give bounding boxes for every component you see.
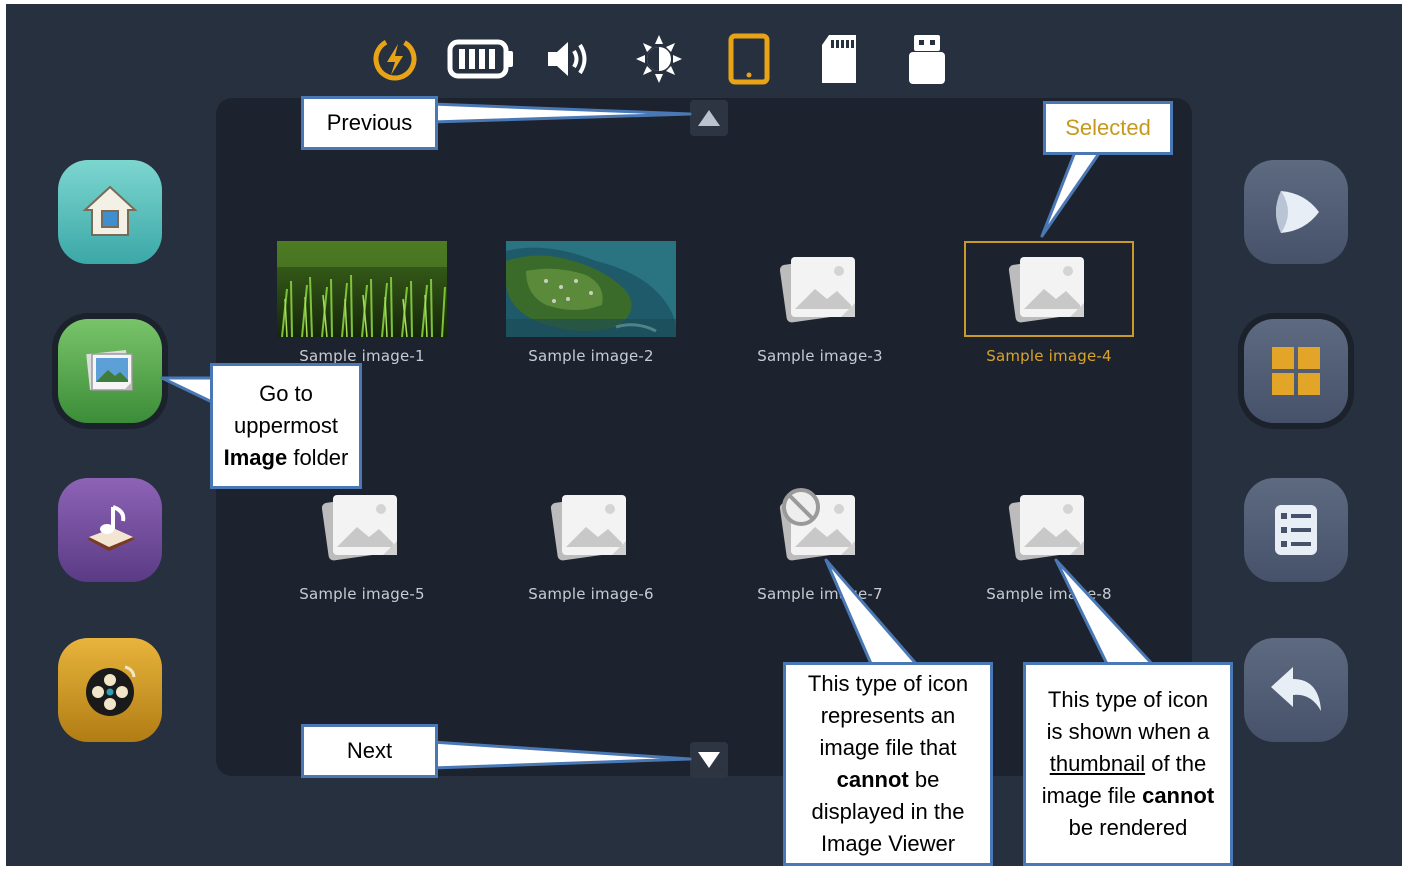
- battery-full-icon: [446, 32, 516, 86]
- callout-next: Next: [301, 724, 438, 778]
- list-view-button[interactable]: [1244, 478, 1348, 582]
- callout-head: image file: [1041, 783, 1143, 808]
- back-arrow-icon: [1271, 667, 1321, 711]
- callout-previous-text: Previous: [326, 110, 413, 135]
- triangle-down-icon: [698, 752, 720, 768]
- callout-line: be rendered: [1068, 815, 1188, 840]
- unsupported-image-icon: [779, 488, 855, 561]
- brightness-icon: [634, 32, 684, 86]
- gallery-item[interactable]: Sample image-7: [735, 479, 905, 619]
- callout-next-text: Next: [346, 738, 393, 763]
- tablet-icon: [724, 32, 774, 86]
- callout-line: is shown when a: [1046, 719, 1210, 744]
- item-label: Sample image-3: [757, 347, 883, 365]
- callout-line: This type of icon: [807, 671, 969, 696]
- gallery-item[interactable]: Sample image-5: [277, 479, 447, 619]
- charging-bolt-icon: [370, 32, 420, 86]
- callout-folder-line: Image folder: [224, 442, 349, 474]
- next-page-button[interactable]: [690, 742, 728, 778]
- slideshow-button[interactable]: [1244, 160, 1348, 264]
- video-button[interactable]: [58, 638, 162, 742]
- callout-image-folder: Go to uppermost Image folder: [210, 363, 362, 489]
- gallery-item-selected[interactable]: Sample image-4: [964, 241, 1134, 381]
- callout-line: image file cannot: [1042, 780, 1214, 812]
- callout-tail: be: [908, 767, 940, 792]
- image-stack-icon: [86, 350, 133, 391]
- image-placeholder-icon: [779, 257, 855, 323]
- item-label: Sample image-5: [299, 585, 425, 603]
- sd-card-icon: [814, 32, 864, 86]
- callout-line: This type of icon: [1047, 687, 1209, 712]
- callout-line: cannot be: [837, 764, 940, 796]
- callout-line: displayed in the: [811, 799, 965, 824]
- grid-view-icon: [1272, 347, 1320, 395]
- callout-line: image file that: [819, 735, 957, 760]
- item-label: Sample image-6: [528, 585, 654, 603]
- triangle-up-icon: [698, 110, 720, 126]
- callout-selected: Selected: [1043, 101, 1173, 155]
- grid-view-button[interactable]: [1244, 319, 1348, 423]
- item-label: Sample image-2: [528, 347, 654, 365]
- callout-underline: thumbnail: [1049, 751, 1146, 776]
- back-button[interactable]: [1244, 638, 1348, 742]
- gallery-item[interactable]: Sample image-1: [277, 241, 447, 381]
- callout-cannot-display: This type of icon represents an image fi…: [783, 662, 993, 866]
- image-placeholder-icon: [1008, 257, 1084, 323]
- music-book-icon: [87, 505, 135, 551]
- item-label: Sample image-8: [986, 585, 1112, 603]
- gallery-item[interactable]: Sample image-8: [964, 479, 1134, 619]
- home-icon: [82, 185, 138, 236]
- callout-folder-line: uppermost: [234, 413, 338, 438]
- callout-folder-line: Go to: [259, 381, 313, 406]
- gallery-item[interactable]: Sample image-3: [735, 241, 905, 381]
- callout-line: Image Viewer: [820, 831, 956, 856]
- gallery-item[interactable]: Sample image-2: [506, 241, 676, 381]
- callout-previous: Previous: [301, 96, 438, 150]
- callout-line: represents an: [820, 703, 956, 728]
- image-folder-button[interactable]: [58, 319, 162, 423]
- music-button[interactable]: [58, 478, 162, 582]
- callout-line: thumbnail of the: [1050, 748, 1207, 780]
- previous-page-button[interactable]: [690, 100, 728, 136]
- callout-no-thumbnail: This type of icon is shown when a thumbn…: [1023, 662, 1233, 866]
- callout-bold: cannot: [836, 767, 909, 792]
- callout-selected-text: Selected: [1065, 115, 1151, 140]
- image-placeholder-icon: [1008, 495, 1084, 561]
- volume-icon: [544, 32, 594, 86]
- item-label: Sample image-4: [986, 347, 1112, 365]
- callout-tail: of the: [1145, 751, 1207, 776]
- film-reel-icon: [86, 665, 136, 716]
- home-button[interactable]: [58, 160, 162, 264]
- callout-folder-tail: folder: [287, 445, 349, 470]
- thumbnail-aerial-photo: [506, 241, 676, 337]
- slideshow-play-icon: [1276, 191, 1319, 233]
- image-placeholder-icon: [321, 495, 397, 561]
- image-placeholder-icon: [550, 495, 626, 561]
- callout-folder-bold: Image: [223, 445, 288, 470]
- gallery-item[interactable]: Sample image-6: [506, 479, 676, 619]
- callout-bold: cannot: [1142, 783, 1215, 808]
- list-view-icon: [1275, 505, 1317, 555]
- item-label: Sample image-7: [757, 585, 883, 603]
- thumbnail-grass-photo: [277, 241, 447, 337]
- usb-drive-icon: [902, 32, 952, 86]
